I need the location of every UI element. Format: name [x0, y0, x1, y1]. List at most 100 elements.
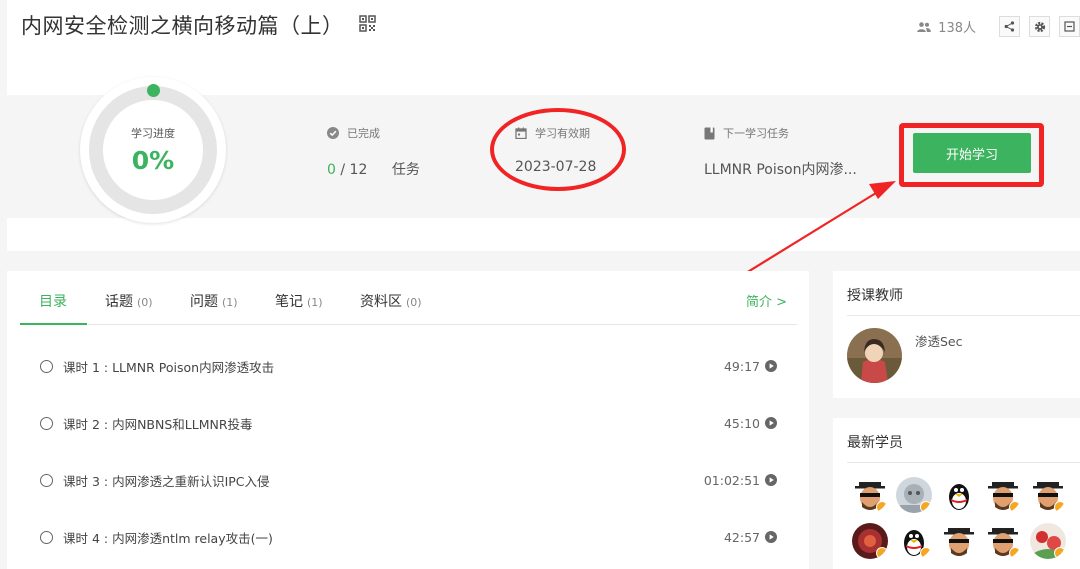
tab-count: (0) — [406, 296, 422, 309]
qr-code-icon[interactable] — [359, 15, 376, 32]
tab-topics[interactable]: 话题 (0) — [105, 291, 153, 311]
lesson-duration-text: 49:17 — [723, 358, 760, 374]
tab-label: 话题 — [105, 294, 133, 310]
students-count: 138人 — [917, 17, 976, 36]
exit-button[interactable] — [1059, 16, 1080, 37]
lesson-item[interactable]: 课时 2 : 内网NBNS和LLMNR投毒 45:10 — [40, 413, 777, 433]
tab-catalog[interactable]: 目录 — [39, 291, 67, 311]
lesson-duration-text: 42:57 — [723, 529, 760, 545]
students-section-title: 最新学员 — [847, 435, 903, 451]
lesson-item[interactable]: 课时 3 : 内网渗透之重新认识IPC入侵 01:02:51 — [40, 470, 777, 490]
vip-badge-icon — [876, 501, 888, 513]
tab-count: (1) — [307, 296, 323, 309]
gear-icon — [1034, 21, 1045, 32]
stat-valid-period: 学习有效期 2023-07-28 — [515, 125, 596, 175]
student-avatar[interactable] — [941, 523, 977, 559]
lesson-duration: 42:57 — [724, 530, 777, 545]
student-avatar[interactable] — [896, 523, 932, 559]
status-circle-icon — [40, 530, 53, 544]
progress-label: 学习进度 — [131, 127, 175, 140]
vip-badge-icon — [920, 547, 932, 559]
divider — [847, 462, 1080, 463]
students-count-text: 138人 — [938, 21, 976, 36]
divider — [847, 315, 1080, 316]
book-icon — [704, 127, 715, 139]
completed-count: 0 — [327, 162, 336, 178]
valid-period-label: 学习有效期 — [535, 127, 590, 140]
student-avatar[interactable] — [1030, 477, 1066, 513]
lesson-title: 课时 4 : 内网渗透ntlm relay攻击(一) — [63, 530, 273, 546]
next-task-label: 下一学习任务 — [723, 127, 789, 140]
calendar-icon — [515, 127, 527, 139]
student-avatar[interactable] — [852, 477, 888, 513]
lesson-item[interactable]: 课时 1 : LLMNR Poison内网渗透攻击 49:17 — [40, 356, 777, 376]
status-circle-icon — [40, 359, 53, 373]
tab-notes[interactable]: 笔记 (1) — [275, 291, 323, 311]
people-icon — [917, 21, 931, 32]
header-actions: 138人 — [917, 16, 1080, 37]
student-avatar[interactable] — [1030, 523, 1066, 559]
play-icon[interactable] — [765, 360, 777, 372]
intro-link[interactable]: 简介 > — [746, 291, 787, 310]
lesson-panel: 目录 话题 (0) 问题 (1) 笔记 (1) 资料区 (0) 简介 > 课时 1 : … — [7, 271, 809, 569]
valid-period-value: 2023-07-28 — [515, 159, 597, 175]
tab-materials[interactable]: 资料区 (0) — [360, 291, 422, 311]
status-circle-icon — [40, 473, 53, 487]
lesson-item[interactable]: 课时 4 : 内网渗透ntlm relay攻击(一) 42:57 — [40, 527, 777, 547]
stat-completed: 已完成 0 / 12 任务 — [327, 127, 420, 178]
task-unit: 任务 — [391, 162, 420, 178]
tab-label: 资料区 — [360, 294, 402, 310]
lesson-duration-text: 45:10 — [723, 415, 760, 431]
progress-value: 0% — [131, 146, 175, 175]
settings-button[interactable] — [1029, 16, 1050, 37]
teacher-panel: 授课教师 渗透Sec — [833, 271, 1080, 398]
tab-label: 笔记 — [275, 294, 303, 310]
play-icon[interactable] — [765, 474, 777, 486]
share-button[interactable] — [999, 16, 1020, 37]
vip-badge-icon — [1054, 547, 1066, 559]
next-task-value[interactable]: LLMNR Poison内网渗... — [704, 159, 857, 179]
check-circle-icon — [327, 127, 339, 139]
share-icon — [1004, 21, 1015, 32]
lesson-duration: 49:17 — [724, 359, 777, 374]
lesson-duration-text: 01:02:51 — [703, 472, 760, 488]
teacher-name[interactable]: 渗透Sec — [915, 331, 963, 350]
status-circle-icon — [40, 416, 53, 430]
lesson-duration: 01:02:51 — [704, 473, 777, 488]
student-avatar[interactable] — [985, 477, 1021, 513]
tab-count: (1) — [222, 296, 238, 309]
progress-ring-marker — [147, 84, 160, 97]
play-icon[interactable] — [765, 531, 777, 543]
vip-badge-icon — [920, 501, 932, 513]
exit-icon — [1064, 21, 1075, 32]
lesson-title: 课时 1 : LLMNR Poison内网渗透攻击 — [63, 359, 275, 375]
active-tab-indicator — [20, 323, 87, 325]
start-learning-button[interactable]: 开始学习 — [913, 133, 1031, 173]
tab-label: 目录 — [39, 294, 67, 310]
lesson-title: 课时 2 : 内网NBNS和LLMNR投毒 — [63, 416, 253, 432]
vip-badge-icon — [1054, 501, 1066, 513]
vip-badge-icon — [876, 547, 888, 559]
stat-next-task: 下一学习任务 LLMNR Poison内网渗... — [704, 125, 857, 179]
teacher-avatar[interactable] — [847, 328, 902, 383]
tab-questions[interactable]: 问题 (1) — [190, 291, 238, 311]
completed-label: 已完成 — [347, 127, 380, 140]
total-count: 12 — [349, 162, 368, 178]
vip-badge-icon — [1009, 501, 1021, 513]
student-avatar[interactable] — [852, 523, 888, 559]
student-avatar[interactable] — [896, 477, 932, 513]
course-title: 内网安全检测之横向移动篇（上） — [21, 14, 344, 38]
teacher-section-title: 授课教师 — [847, 288, 903, 304]
progress-ring: 学习进度 0% — [80, 77, 226, 223]
lesson-duration: 45:10 — [724, 416, 777, 431]
play-icon[interactable] — [765, 417, 777, 429]
course-header: 内网安全检测之横向移动篇（上） 138人 学习进度 0% 已完成 0 / 12 … — [7, 0, 1080, 251]
student-avatar[interactable] — [941, 477, 977, 513]
lesson-title: 课时 3 : 内网渗透之重新认识IPC入侵 — [63, 473, 270, 489]
tab-bar: 目录 话题 (0) 问题 (1) 笔记 (1) 资料区 (0) 简介 > — [20, 271, 797, 325]
student-avatar[interactable] — [985, 523, 1021, 559]
students-panel: 最新学员 — [833, 418, 1080, 569]
tab-label: 问题 — [190, 294, 218, 310]
tab-count: (0) — [137, 296, 153, 309]
vip-badge-icon — [1009, 547, 1021, 559]
